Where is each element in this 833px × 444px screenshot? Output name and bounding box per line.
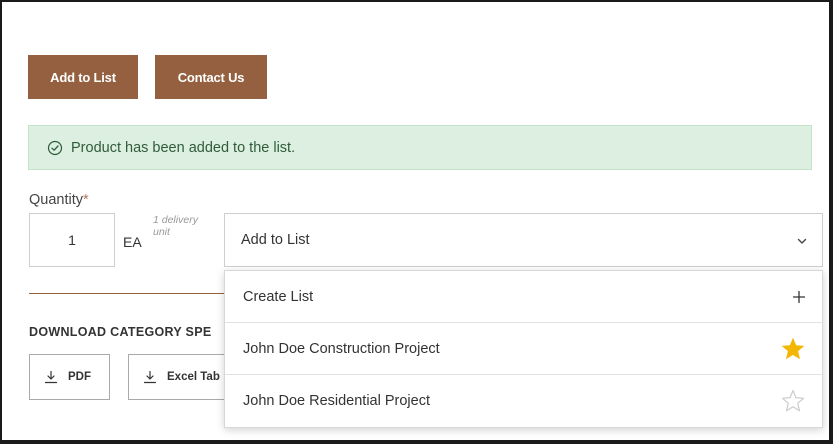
contact-us-button[interactable]: Contact Us xyxy=(155,55,267,99)
list-item-label: John Doe Construction Project xyxy=(243,340,440,357)
add-to-list-select[interactable]: Add to List xyxy=(224,213,823,267)
download-icon xyxy=(44,370,58,384)
list-item-label: John Doe Residential Project xyxy=(243,393,430,409)
list-dropdown-menu: Create List John Doe Construction Projec… xyxy=(224,270,823,428)
excel-label: Excel Tab xyxy=(167,371,220,383)
product-panel: Add to List Contact Us Product has been … xyxy=(0,0,831,442)
quantity-label-text: Quantity xyxy=(29,192,83,208)
delivery-unit-note: 1 delivery unit xyxy=(153,214,198,238)
success-alert: Product has been added to the list. xyxy=(28,125,812,170)
create-list-item[interactable]: Create List xyxy=(225,271,822,323)
alert-message: Product has been added to the list. xyxy=(71,139,296,156)
chevron-down-icon xyxy=(796,235,808,247)
section-divider xyxy=(29,293,225,294)
quantity-input[interactable] xyxy=(29,213,115,267)
plus-icon xyxy=(792,290,806,304)
required-mark: * xyxy=(83,192,89,208)
list-item-residential[interactable]: John Doe Residential Project xyxy=(225,375,822,427)
check-circle-icon xyxy=(47,140,63,156)
star-filled-icon[interactable] xyxy=(780,336,806,361)
star-outline-icon[interactable] xyxy=(780,389,806,414)
add-to-list-button[interactable]: Add to List xyxy=(28,55,138,99)
quantity-label: Quantity* xyxy=(29,192,89,208)
download-excel-button[interactable]: Excel Tab xyxy=(128,354,238,400)
window-edge xyxy=(829,0,833,444)
unit-label: EA xyxy=(123,234,142,250)
download-icon xyxy=(143,370,157,384)
download-pdf-button[interactable]: PDF xyxy=(29,354,110,400)
pdf-label: PDF xyxy=(68,371,91,383)
create-list-label: Create List xyxy=(243,288,314,305)
select-value: Add to List xyxy=(241,232,310,248)
list-item-construction[interactable]: John Doe Construction Project xyxy=(225,323,822,375)
download-heading: DOWNLOAD CATEGORY SPE xyxy=(29,325,212,339)
